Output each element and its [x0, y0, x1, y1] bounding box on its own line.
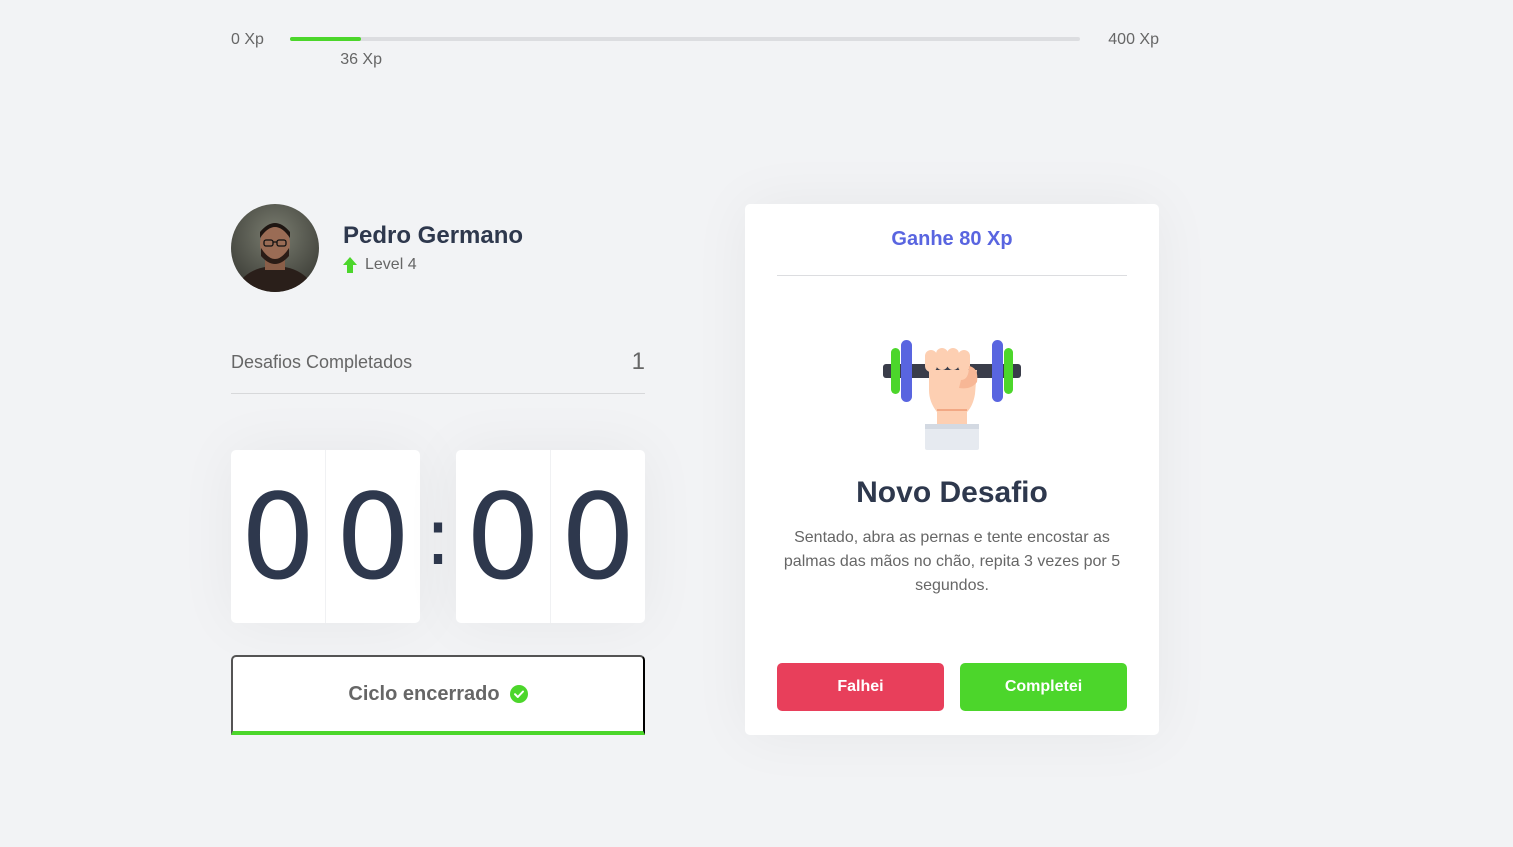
challenge-completed-button[interactable]: Completei — [960, 663, 1127, 711]
dumbbell-icon — [883, 340, 1021, 450]
profile-level: Level 4 — [343, 256, 523, 274]
countdown-minute-tens: 0 — [231, 450, 326, 623]
profile: Pedro Germano Level 4 — [231, 204, 523, 292]
cycle-ended-button[interactable]: Ciclo encerrado — [231, 655, 645, 735]
xp-track — [290, 37, 1080, 41]
xp-progress-fill — [290, 37, 362, 41]
completed-challenges: Desafios Completados 1 — [231, 340, 645, 394]
xp-current-label: 36 Xp — [340, 51, 382, 68]
completed-challenges-label: Desafios Completados — [231, 352, 413, 372]
xp-max-label: 400 Xp — [1108, 31, 1159, 48]
profile-name: Pedro Germano — [343, 221, 524, 249]
challenge-actions: Falhei Completei — [777, 663, 1127, 711]
user-photo-icon — [231, 204, 319, 292]
cycle-ended-label: Ciclo encerrado — [348, 682, 500, 705]
check-circle-icon — [509, 685, 528, 703]
countdown-minute-ones: 0 — [335, 467, 411, 606]
level-up-icon — [343, 257, 357, 274]
challenge-title: Novo Desafio — [856, 476, 1048, 509]
xp-min-label: 0 Xp — [231, 31, 264, 48]
challenge-failed-button[interactable]: Falhei — [777, 663, 944, 711]
countdown-second-ones: 0 — [560, 467, 636, 606]
experience-bar: 0 Xp 36 Xp 400 Xp — [231, 30, 1159, 70]
countdown: 0 0 : 0 0 — [231, 450, 645, 623]
challenge-reward: Ganhe 80 Xp — [777, 204, 1127, 276]
countdown-minutes: 0 0 — [231, 450, 420, 623]
countdown-separator: : — [424, 489, 452, 583]
countdown-second-tens: 0 — [456, 450, 551, 623]
challenge-card: Ganhe 80 Xp Novo Desafio Sentado, abra a… — [745, 204, 1159, 735]
avatar — [231, 204, 319, 292]
challenge-description: Sentado, abra as pernas e tente encostar… — [783, 529, 1121, 594]
completed-challenges-count: 1 — [631, 348, 645, 375]
countdown-seconds: 0 0 — [456, 450, 645, 623]
profile-level-label: Level 4 — [365, 256, 417, 274]
